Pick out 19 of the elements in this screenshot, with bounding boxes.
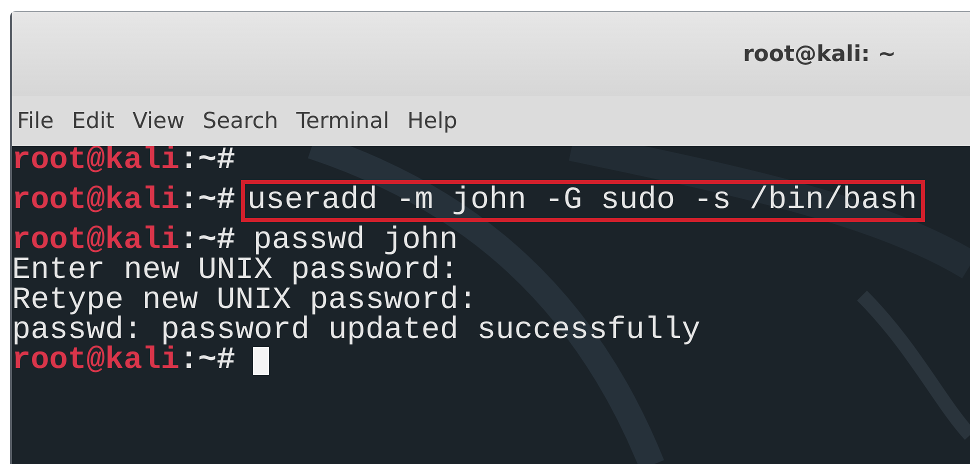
menu-item[interactable]: File <box>17 108 54 134</box>
menu-item[interactable]: Help <box>407 108 458 134</box>
menu-item[interactable]: Search <box>202 108 278 134</box>
prompt-user: root@kali <box>12 346 180 376</box>
window-title: root@kali: ~ <box>742 42 896 66</box>
menu-item[interactable]: View <box>132 108 185 134</box>
output-text: Retype new UNIX password: <box>12 286 478 316</box>
prompt-user: root@kali <box>12 226 180 256</box>
output-text: Enter new UNIX password: <box>12 256 458 286</box>
prompt-path: :~# <box>179 146 236 176</box>
highlighted-command: useradd -m john -G sudo -s /bin/bash <box>241 180 925 222</box>
menu-item[interactable]: Edit <box>72 108 114 134</box>
prompt-path: :~# <box>179 226 236 256</box>
output-text: passwd: password updated successfully <box>12 316 700 346</box>
prompt-path: :~# <box>179 346 236 376</box>
menu-item[interactable]: Terminal <box>296 108 390 134</box>
command-text: passwd john <box>253 226 458 256</box>
prompt-path: :~# <box>179 186 236 216</box>
prompt-user: root@kali <box>12 186 180 216</box>
